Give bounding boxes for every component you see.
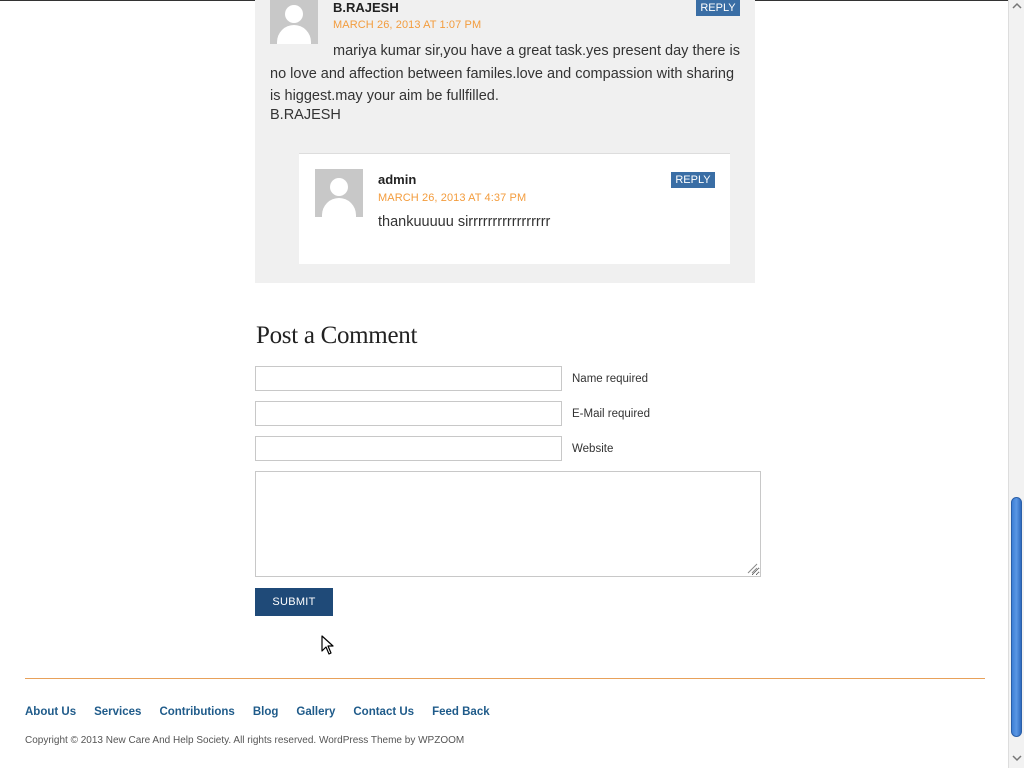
scroll-down-icon[interactable]	[1010, 752, 1024, 764]
nested-reply	[299, 153, 730, 264]
avatar	[315, 169, 363, 217]
scroll-up-icon[interactable]	[1010, 0, 1024, 12]
submit-button[interactable]: SUBMIT	[255, 588, 333, 616]
name-field[interactable]	[255, 366, 562, 391]
reply-button[interactable]: REPLY	[696, 0, 740, 16]
comment-date[interactable]: MARCH 26, 2013 AT 1:07 PM	[333, 19, 481, 31]
form-title: Post a Comment	[256, 322, 418, 349]
website-field[interactable]	[255, 436, 562, 461]
comment-signature: B.RAJESH	[270, 107, 341, 123]
mouse-pointer-icon	[321, 635, 334, 655]
comment-textarea[interactable]	[255, 471, 761, 577]
footer-link-blog[interactable]: Blog	[253, 706, 279, 718]
email-label: E-Mail required	[572, 408, 650, 420]
footer-link-contact-us[interactable]: Contact Us	[353, 706, 414, 718]
comment-text: thankuuuuu sirrrrrrrrrrrrrrrrr	[378, 214, 551, 230]
footer-link-about-us[interactable]: About Us	[25, 706, 76, 718]
avatar-icon	[330, 178, 348, 196]
footer-divider	[25, 678, 985, 679]
footer-link-feed-back[interactable]: Feed Back	[432, 706, 490, 718]
name-label: Name required	[572, 373, 649, 385]
avatar	[270, 0, 318, 44]
footer-link-services[interactable]: Services	[94, 706, 141, 718]
comment-date[interactable]: MARCH 26, 2013 AT 4:37 PM	[378, 192, 526, 204]
scrollbar-thumb[interactable]	[1011, 497, 1022, 737]
comment-author[interactable]: admin	[378, 172, 416, 187]
email-field[interactable]	[255, 401, 562, 426]
footer-link-contributions[interactable]: Contributions	[159, 706, 234, 718]
avatar-icon	[285, 5, 303, 23]
comment-text: mariya kumar sir,you have a great task.y…	[270, 43, 740, 104]
footer-link-gallery[interactable]: Gallery	[296, 706, 335, 718]
reply-button[interactable]: REPLY	[671, 172, 715, 188]
comment-author[interactable]: B.RAJESH	[333, 0, 399, 15]
footer-nav: About Us Services Contributions Blog Gal…	[25, 706, 508, 718]
resize-grip-icon[interactable]	[745, 562, 758, 574]
copyright-text: Copyright © 2013 New Care And Help Socie…	[25, 735, 465, 746]
website-label: Website	[572, 443, 614, 455]
